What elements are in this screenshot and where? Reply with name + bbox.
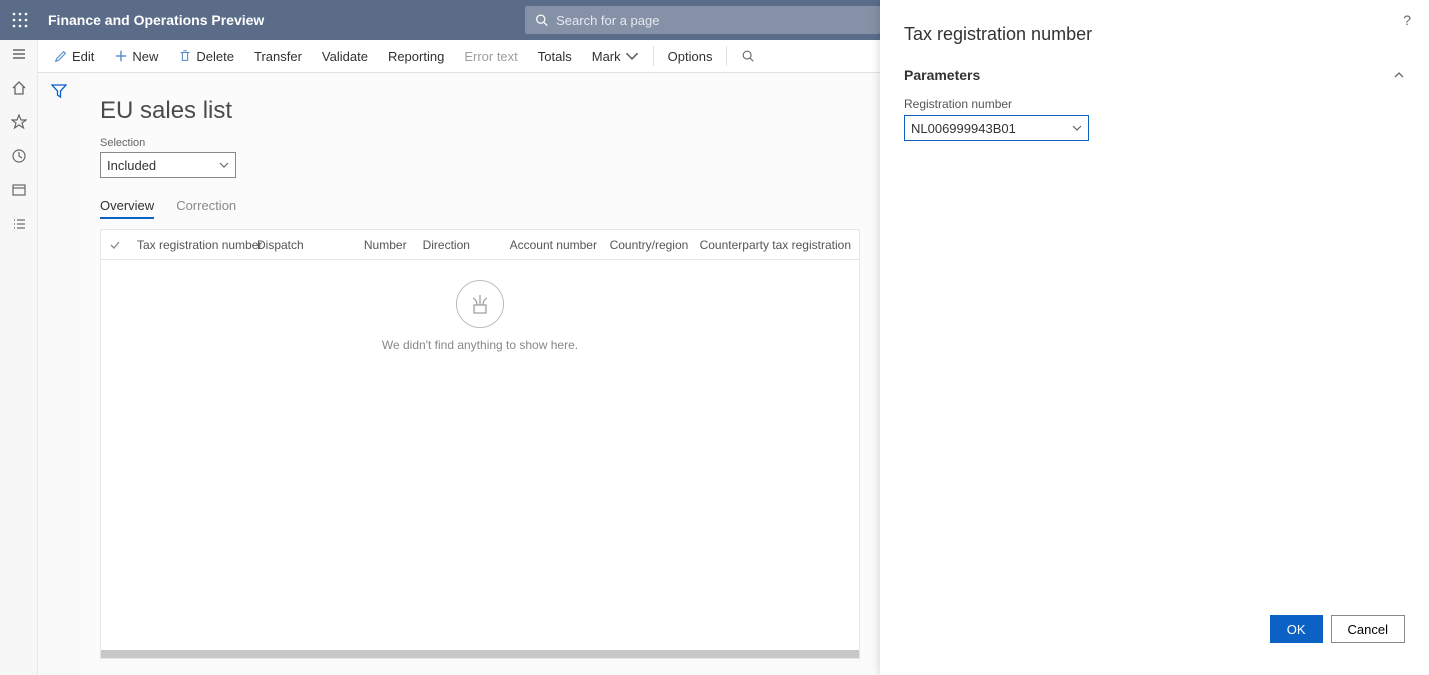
empty-illustration [456,280,504,328]
chevron-down-icon [1072,123,1082,133]
validate-button[interactable]: Validate [314,40,376,72]
search-input[interactable] [556,13,870,28]
parameters-section-header[interactable]: Parameters [904,67,1405,83]
command-bar: Edit New Delete Transfer Validate Report… [38,40,880,73]
trash-icon [178,49,192,63]
separator [653,46,654,66]
selection-dropdown[interactable]: Included [100,152,236,178]
chevron-up-icon [1393,69,1405,81]
new-button[interactable]: New [106,40,166,72]
empty-state: We didn't find anything to show here. [101,280,859,352]
main-content: EU sales list Selection Included Overvie… [80,73,880,675]
separator [726,46,727,66]
col-direction[interactable]: Direction [415,238,502,252]
filter-icon[interactable] [51,83,67,99]
search-icon [741,49,755,63]
data-grid: Tax registration number Dispatch Number … [100,229,860,659]
search-icon [535,13,548,27]
selection-value: Included [107,158,156,173]
registration-number-dropdown[interactable]: NL006999943B01 [904,115,1089,141]
col-country-region[interactable]: Country/region [602,238,692,252]
plant-icon [468,292,492,316]
workspace-icon[interactable] [11,182,27,198]
help-button[interactable]: ? [1403,12,1411,28]
ok-button[interactable]: OK [1270,615,1323,643]
filter-rail [38,73,80,675]
mark-button[interactable]: Mark [584,40,647,72]
chevron-down-icon [625,49,639,63]
registration-number-label: Registration number [904,97,1405,111]
waffle-icon [12,12,28,28]
totals-button[interactable]: Totals [530,40,580,72]
col-tax-registration[interactable]: Tax registration number [129,238,249,252]
transfer-button[interactable]: Transfer [246,40,310,72]
registration-number-value: NL006999943B01 [911,121,1016,136]
horizontal-scrollbar[interactable] [101,650,859,658]
panel-title: Tax registration number [904,24,1405,45]
global-search[interactable] [525,6,880,34]
modules-icon[interactable] [11,216,27,232]
cancel-button[interactable]: Cancel [1331,615,1405,643]
chevron-down-icon [219,160,229,170]
recent-icon[interactable] [11,148,27,164]
tab-overview[interactable]: Overview [100,198,154,219]
page-title: EU sales list [100,97,860,125]
edit-button[interactable]: Edit [46,40,102,72]
select-all-column[interactable] [101,239,129,251]
hamburger-icon[interactable] [11,46,27,62]
col-number[interactable]: Number [353,238,415,252]
empty-text: We didn't find anything to show here. [382,338,578,352]
col-account-number[interactable]: Account number [502,238,602,252]
tabs: Overview Correction [100,198,860,219]
error-text-button: Error text [456,40,525,72]
star-icon[interactable] [11,114,27,130]
left-nav-rail [0,40,38,675]
pencil-icon [54,49,68,63]
plus-icon [114,49,128,63]
delete-button[interactable]: Delete [170,40,242,72]
app-launcher-button[interactable] [0,0,40,40]
dialog-panel: ? Tax registration number Parameters Reg… [880,0,1429,675]
selection-label: Selection [100,137,860,149]
col-dispatch[interactable]: Dispatch [249,238,353,252]
panel-footer: OK Cancel [904,615,1405,661]
find-button[interactable] [733,40,763,72]
home-icon[interactable] [11,80,27,96]
reporting-button[interactable]: Reporting [380,40,452,72]
col-counterparty-tax[interactable]: Counterparty tax registration [692,238,859,252]
grid-header: Tax registration number Dispatch Number … [101,230,859,260]
app-title: Finance and Operations Preview [48,12,264,28]
options-button[interactable]: Options [660,40,721,72]
tab-correction[interactable]: Correction [176,198,236,219]
